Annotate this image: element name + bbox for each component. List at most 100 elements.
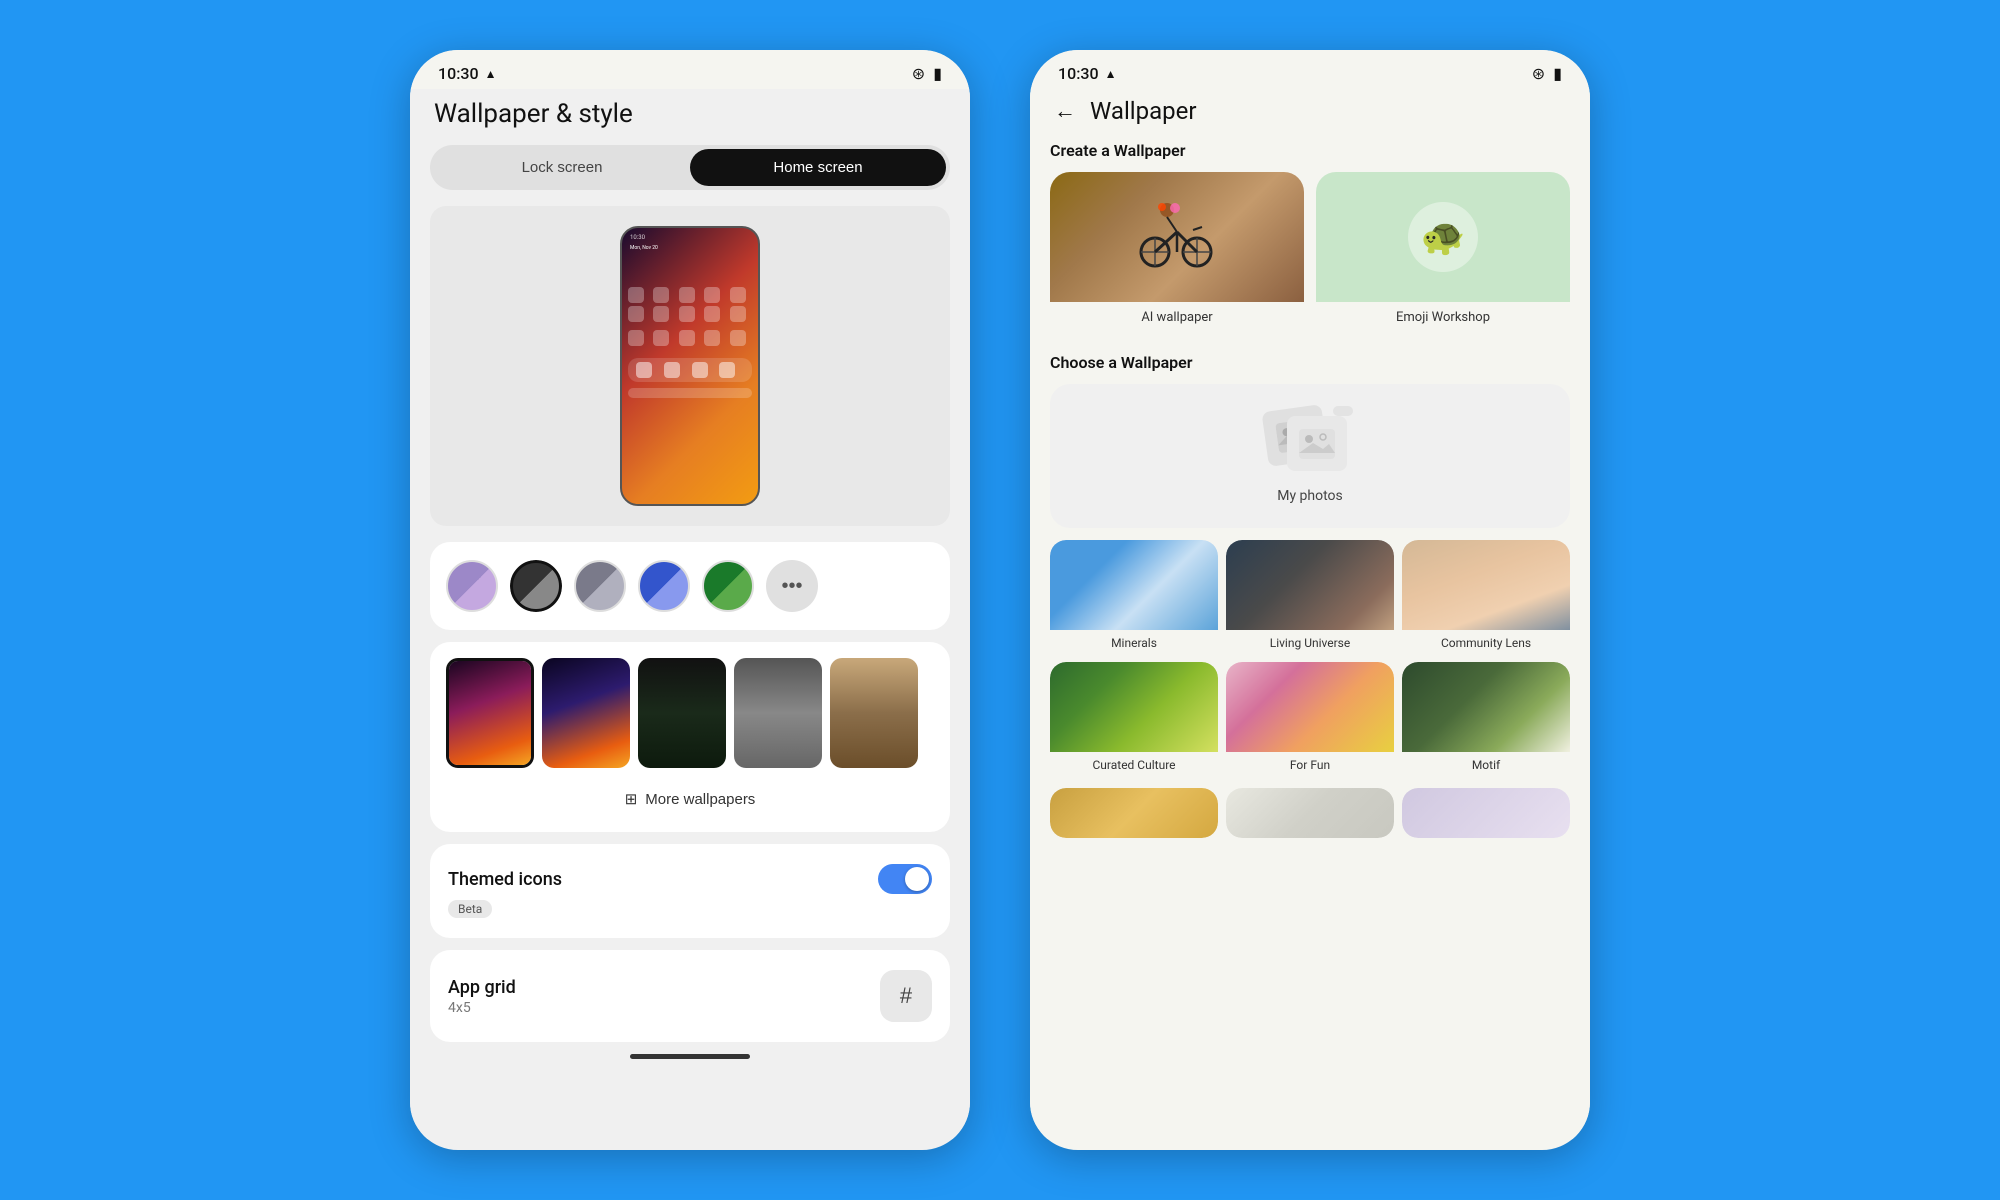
emoji-card-image: 🐢 <box>1316 172 1570 302</box>
ai-card-image <box>1050 172 1304 302</box>
toggle-knob <box>905 867 929 891</box>
right-battery-icon: ▮ <box>1553 64 1562 83</box>
themed-icons-label: Themed icons <box>448 869 562 890</box>
right-status-icons: ⊛ ▮ <box>1532 64 1562 83</box>
preview-status-text: 10:30 <box>622 228 758 243</box>
wallpaper-extra-1[interactable] <box>1050 788 1218 838</box>
photos-icon-container <box>1265 408 1355 478</box>
dock-icon <box>719 362 735 378</box>
wallpaper-extra-3[interactable] <box>1402 788 1570 838</box>
wallpaper-category-curated-culture[interactable]: Curated Culture <box>1050 662 1218 776</box>
themed-icons-toggle[interactable] <box>878 864 932 894</box>
right-status-time: 10:30 ▲ <box>1058 64 1116 83</box>
preview-icon <box>704 330 720 346</box>
preview-icon <box>628 330 644 346</box>
preview-icon <box>679 306 695 322</box>
left-signal-icon: ▲ <box>485 67 497 81</box>
color-purple[interactable] <box>446 560 498 612</box>
home-screen-tab[interactable]: Home screen <box>690 149 946 186</box>
left-wifi-icon: ⊛ <box>912 64 925 83</box>
my-photos-card[interactable]: My photos <box>1050 384 1570 528</box>
top-nav: ← Wallpaper <box>1050 89 1570 141</box>
tab-switcher: Lock screen Home screen <box>430 145 950 190</box>
dock-icon <box>664 362 680 378</box>
left-phone: 10:30 ▲ ⊛ ▮ Wallpaper & style Lock scree… <box>410 50 970 1150</box>
wallpaper-page-title: Wallpaper <box>1090 97 1197 125</box>
right-phone: 10:30 ▲ ⊛ ▮ ← Wallpaper Create a Wallpap… <box>1030 50 1590 1150</box>
left-status-bar: 10:30 ▲ ⊛ ▮ <box>410 50 970 89</box>
phone-preview-container: 10:30 Mon, Nov 20 <box>430 206 950 526</box>
wallpaper-thumb-5[interactable] <box>830 658 918 768</box>
themed-icons-section: Themed icons Beta <box>430 844 950 938</box>
preview-icon <box>653 330 669 346</box>
left-status-icons: ⊛ ▮ <box>912 64 942 83</box>
color-dark[interactable] <box>510 560 562 612</box>
right-signal-icon: ▲ <box>1105 67 1117 81</box>
more-wallpapers-button[interactable]: ⊞ More wallpapers <box>446 782 934 816</box>
wallpaper-thumb-1[interactable] <box>446 658 534 768</box>
preview-icon <box>730 306 746 322</box>
preview-icon <box>628 306 644 322</box>
right-status-bar: 10:30 ▲ ⊛ ▮ <box>1030 50 1590 89</box>
ai-wallpaper-label: AI wallpaper <box>1050 302 1304 333</box>
my-photos-label: My photos <box>1277 488 1343 504</box>
wallpaper-extra-grid <box>1050 788 1570 838</box>
more-wallpapers-icon: ⊞ <box>625 790 638 808</box>
preview-icon <box>704 306 720 322</box>
left-phone-content: Wallpaper & style Lock screen Home scree… <box>410 89 970 1139</box>
living-universe-label: Living Universe <box>1226 630 1394 654</box>
community-lens-label: Community Lens <box>1402 630 1570 654</box>
wallpaper-thumb-3[interactable] <box>638 658 726 768</box>
wallpaper-category-living-universe[interactable]: Living Universe <box>1226 540 1394 654</box>
for-fun-label: For Fun <box>1226 752 1394 776</box>
app-grid-size: 4x5 <box>448 1000 516 1016</box>
photo-card-front <box>1287 416 1347 471</box>
wallpaper-category-community-lens[interactable]: Community Lens <box>1402 540 1570 654</box>
wallpaper-category-motif[interactable]: Motif <box>1402 662 1570 776</box>
preview-icon <box>730 330 746 346</box>
cloud-decoration <box>1333 406 1353 416</box>
ai-wallpaper-card[interactable]: AI wallpaper <box>1050 172 1304 333</box>
turtle-emoji: 🐢 <box>1408 202 1478 272</box>
dock-icon <box>692 362 708 378</box>
preview-icons-grid <box>622 283 758 326</box>
preview-icon <box>679 287 695 303</box>
wallpaper-category-minerals[interactable]: Minerals <box>1050 540 1218 654</box>
emoji-workshop-card[interactable]: 🐢 Emoji Workshop <box>1316 172 1570 333</box>
right-wifi-icon: ⊛ <box>1532 64 1545 83</box>
more-colors-button[interactable]: ••• <box>766 560 818 612</box>
thumbs-row <box>446 658 934 768</box>
back-button[interactable]: ← <box>1054 98 1076 124</box>
preview-icon <box>704 287 720 303</box>
color-gray[interactable] <box>574 560 626 612</box>
choose-section-header: Choose a Wallpaper <box>1050 353 1570 372</box>
color-palette-section: ••• <box>430 542 950 630</box>
app-grid-info: App grid 4x5 <box>448 977 516 1016</box>
wallpaper-thumbs-section: ⊞ More wallpapers <box>430 642 950 832</box>
emoji-workshop-label: Emoji Workshop <box>1316 302 1570 333</box>
preview-icon <box>653 306 669 322</box>
create-section-header: Create a Wallpaper <box>1050 141 1570 160</box>
wallpaper-category-for-fun[interactable]: For Fun <box>1226 662 1394 776</box>
curated-culture-label: Curated Culture <box>1050 752 1218 776</box>
color-green[interactable] <box>702 560 754 612</box>
preview-search-bar <box>628 388 752 398</box>
app-grid-section: App grid 4x5 # <box>430 950 950 1042</box>
wallpaper-categories-grid: Minerals Living Universe Community Lens … <box>1050 540 1570 776</box>
dock-icon <box>636 362 652 378</box>
color-blue[interactable] <box>638 560 690 612</box>
wallpaper-thumb-2[interactable] <box>542 658 630 768</box>
preview-icon <box>679 330 695 346</box>
wallpaper-extra-2[interactable] <box>1226 788 1394 838</box>
home-bar <box>630 1054 750 1059</box>
page-title: Wallpaper & style <box>430 89 950 145</box>
bike-illustration <box>1137 202 1217 272</box>
preview-icon <box>653 287 669 303</box>
app-grid-button[interactable]: # <box>880 970 932 1022</box>
preview-dock <box>628 358 752 382</box>
left-status-time: 10:30 ▲ <box>438 64 496 83</box>
minerals-label: Minerals <box>1050 630 1218 654</box>
preview-bottom-icons <box>622 326 758 350</box>
lock-screen-tab[interactable]: Lock screen <box>434 149 690 186</box>
wallpaper-thumb-4[interactable] <box>734 658 822 768</box>
